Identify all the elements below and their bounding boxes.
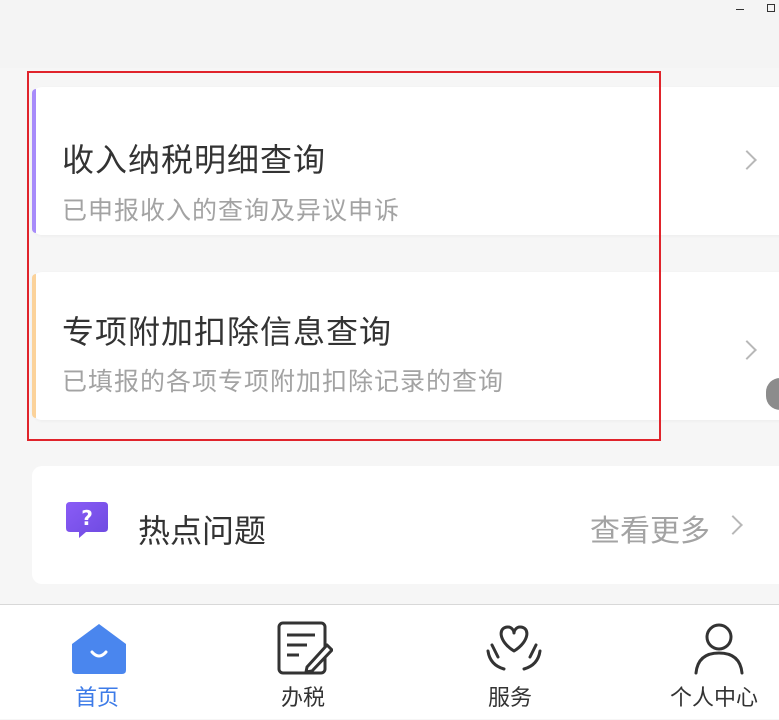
maximize-icon[interactable] [767, 4, 775, 12]
tab-label: 服务 [488, 686, 533, 711]
income-tax-detail-query-card[interactable]: 收入纳税明细查询 已申报收入的查询及异议申诉 [32, 87, 779, 235]
hot-questions-title: 热点问题 [138, 512, 267, 550]
special-deduction-query-card[interactable]: 专项附加扣除信息查询 已填报的各项专项附加扣除记录的查询 [32, 272, 779, 420]
hot-questions-card[interactable]: ? 热点问题 查看更多 [32, 466, 779, 584]
tab-label: 首页 [75, 686, 120, 711]
tab-profile[interactable]: 个人中心 [664, 605, 774, 720]
tab-home[interactable]: 首页 [60, 605, 140, 720]
tab-service[interactable]: 服务 [474, 605, 554, 720]
heart-hands-icon [486, 625, 542, 671]
chevron-right-icon [723, 515, 743, 535]
view-more-link[interactable]: 查看更多 [590, 506, 710, 550]
tab-label: 个人中心 [670, 686, 759, 711]
chevron-right-icon [737, 340, 757, 360]
tax-form-icon [277, 621, 333, 675]
card-subtitle: 已填报的各项专项附加扣除记录的查询 [62, 367, 505, 396]
card-subtitle: 已申报收入的查询及异议申诉 [62, 196, 401, 225]
bottom-tabbar: 首页 办税 服务 个人中心 [0, 604, 779, 719]
chevron-right-icon [737, 150, 757, 170]
tab-label: 办税 [281, 686, 326, 711]
person-icon [694, 623, 744, 675]
content-area: 收入纳税明细查询 已申报收入的查询及异议申诉 专项附加扣除信息查询 已填报的各项… [0, 68, 779, 604]
home-icon [72, 624, 126, 674]
question-icon: ? [66, 502, 108, 538]
card-title: 收入纳税明细查询 [62, 141, 327, 179]
card-title: 专项附加扣除信息查询 [62, 313, 393, 351]
tab-tax[interactable]: 办税 [265, 605, 345, 720]
window-titlebar [0, 0, 779, 68]
svg-text:?: ? [81, 506, 93, 530]
minimize-icon[interactable] [736, 9, 744, 10]
